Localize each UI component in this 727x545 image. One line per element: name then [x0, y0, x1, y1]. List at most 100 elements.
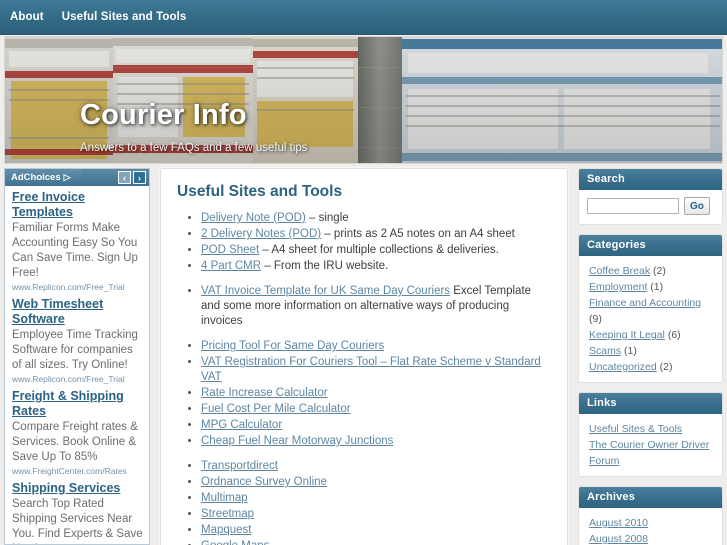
categories-list-body: Coffee Break (2) Employment (1) Finance … — [579, 256, 722, 375]
ad-title-link[interactable]: Freight & Shipping Rates — [12, 389, 143, 419]
links-widget-title: Links — [579, 393, 722, 414]
link-list-maps-directories: Transportdirect Ordnance Survey Online M… — [177, 459, 551, 545]
nav-item-useful-sites-and-tools[interactable]: Useful Sites and Tools — [62, 11, 201, 23]
list-item-link[interactable]: POD Sheet — [201, 244, 259, 256]
ad-display-url: www.FreightCenter.com/Rates — [12, 466, 127, 476]
list-item: Cheap Fuel Near Motorway Junctions — [201, 434, 551, 449]
list-item-text: – single — [305, 212, 349, 224]
list-item: Streetmap — [201, 507, 551, 522]
adchoices-header: AdChoices ▷ ‹ › — [5, 169, 149, 186]
sidebar-link[interactable]: The Courier Owner Driver Forum — [589, 439, 709, 467]
adchoices-ad-block: AdChoices ▷ ‹ › Free Invoice Templates F… — [4, 168, 150, 545]
list-item-link[interactable]: 2 Delivery Notes (POD) — [201, 228, 321, 240]
links-list: Useful Sites & Tools The Courier Owner D… — [589, 421, 714, 469]
category-count: (1) — [650, 281, 664, 293]
banner-text-block: Courier Info Answers to a few FAQs and a… — [80, 99, 308, 155]
list-item: Coffee Break (2) — [589, 263, 714, 279]
archives-widget-title: Archives — [579, 487, 722, 508]
ad-item: Web Timesheet Software Employee Time Tra… — [12, 293, 143, 385]
archive-link[interactable]: August 2010 — [589, 517, 648, 529]
list-item: Google Maps — [201, 539, 551, 545]
list-item: Transportdirect — [201, 459, 551, 474]
right-sidebar-column: Search Go Categories Coffee Break (2) Em… — [578, 168, 723, 545]
category-count: (2) — [653, 265, 666, 277]
list-item-link[interactable]: VAT Registration For Couriers Tool – Fla… — [201, 356, 541, 383]
archives-list-body: August 2010 August 2008 July 2008 June 2… — [579, 508, 722, 545]
ad-next-arrow-icon[interactable]: › — [133, 171, 146, 184]
archives-widget: Archives August 2010 August 2008 July 20… — [578, 486, 723, 545]
ad-display-url: www.Replicon.com/Free_Trial — [12, 282, 125, 292]
list-item: POD Sheet – A4 sheet for multiple collec… — [201, 243, 551, 258]
list-item: Multimap — [201, 491, 551, 506]
sidebar-link[interactable]: Useful Sites & Tools — [589, 423, 682, 435]
list-item: Rate Increase Calculator — [201, 386, 551, 401]
list-item-link[interactable]: MPG Calculator — [201, 419, 282, 431]
search-widget: Search Go — [578, 168, 723, 225]
list-item: August 2010 — [589, 515, 714, 531]
list-item: Finance and Accounting (9) — [589, 295, 714, 327]
page-root: About Useful Sites and Tools Courier Inf… — [0, 0, 727, 545]
list-item-link[interactable]: Streetmap — [201, 508, 254, 520]
ad-title-link[interactable]: Shipping Services — [12, 481, 143, 496]
list-item: Keeping It Legal (6) — [589, 327, 714, 343]
category-link[interactable]: Scams — [589, 345, 621, 357]
list-item: August 2008 — [589, 531, 714, 545]
link-list-documents: Delivery Note (POD) – single 2 Delivery … — [177, 211, 551, 274]
ad-item: Free Invoice Templates Familiar Forms Ma… — [12, 186, 143, 293]
ad-carousel-controls: ‹ › — [118, 171, 146, 184]
search-form: Go — [579, 190, 722, 217]
adchoices-label: AdChoices — [11, 172, 61, 183]
category-link[interactable]: Finance and Accounting — [589, 297, 701, 309]
ad-title-link[interactable]: Web Timesheet Software — [12, 297, 143, 327]
list-item: VAT Invoice Template for UK Same Day Cou… — [201, 284, 551, 329]
site-tagline: Answers to a few FAQs and a few useful t… — [80, 142, 308, 154]
archives-list: August 2010 August 2008 July 2008 June 2… — [589, 515, 714, 545]
search-go-button[interactable]: Go — [684, 197, 710, 215]
top-navigation-items: About Useful Sites and Tools — [8, 0, 204, 34]
list-item: Scams (1) — [589, 343, 714, 359]
category-link[interactable]: Employment — [589, 281, 647, 293]
list-item: VAT Registration For Couriers Tool – Fla… — [201, 355, 551, 385]
category-count: (1) — [624, 345, 637, 357]
page-title: Useful Sites and Tools — [177, 183, 343, 200]
archive-link[interactable]: August 2008 — [589, 533, 648, 545]
ad-display-url: www.Replicon.com/Free_Trial — [12, 374, 125, 384]
ad-description: Employee Time Tracking Software for comp… — [12, 329, 138, 371]
category-link[interactable]: Uncategorized — [589, 361, 657, 373]
nav-item-about[interactable]: About — [8, 11, 58, 23]
list-item-link[interactable]: 4 Part CMR — [201, 260, 261, 272]
list-item: Employment (1) — [589, 279, 714, 295]
category-link[interactable]: Coffee Break — [589, 265, 650, 277]
ad-description: Compare Freight rates & Services. Book O… — [12, 421, 138, 463]
links-list-body: Useful Sites & Tools The Courier Owner D… — [579, 414, 722, 469]
list-item-link[interactable]: Mapquest — [201, 524, 252, 536]
list-item: 2 Delivery Notes (POD) – prints as 2 A5 … — [201, 227, 551, 242]
link-list-tools: Pricing Tool For Same Day Couriers VAT R… — [177, 339, 551, 449]
list-item: 4 Part CMR – From the IRU website. — [201, 259, 551, 274]
list-item: MPG Calculator — [201, 418, 551, 433]
adchoices-tab[interactable]: AdChoices ▷ — [5, 169, 81, 186]
list-item: Useful Sites & Tools — [589, 421, 714, 437]
list-item-link[interactable]: Delivery Note (POD) — [201, 212, 306, 224]
list-item-link[interactable]: Transportdirect — [201, 460, 278, 472]
list-item-link[interactable]: Ordnance Survey Online — [201, 476, 327, 488]
ad-prev-arrow-icon[interactable]: ‹ — [118, 171, 131, 184]
site-title: Courier Info — [80, 99, 247, 131]
list-item: The Courier Owner Driver Forum — [589, 437, 714, 469]
list-item-link[interactable]: Multimap — [201, 492, 248, 504]
list-item-link[interactable]: VAT Invoice Template for UK Same Day Cou… — [201, 285, 450, 297]
top-navigation-bar: About Useful Sites and Tools — [0, 0, 727, 35]
list-item-text: – From the IRU website. — [261, 260, 389, 272]
list-item-link[interactable]: Pricing Tool For Same Day Couriers — [201, 340, 384, 352]
list-item-link[interactable]: Fuel Cost Per Mile Calculator — [201, 403, 351, 415]
list-item-link[interactable]: Cheap Fuel Near Motorway Junctions — [201, 435, 393, 447]
ad-title-link[interactable]: Free Invoice Templates — [12, 190, 143, 220]
list-item-link[interactable]: Google Maps — [201, 540, 269, 545]
list-item: Delivery Note (POD) – single — [201, 211, 551, 226]
list-item: Ordnance Survey Online — [201, 475, 551, 490]
category-link[interactable]: Keeping It Legal — [589, 329, 665, 341]
search-input[interactable] — [587, 198, 679, 214]
list-item-link[interactable]: Rate Increase Calculator — [201, 387, 328, 399]
links-widget: Links Useful Sites & Tools The Courier O… — [578, 392, 723, 477]
categories-widget: Categories Coffee Break (2) Employment (… — [578, 234, 723, 383]
